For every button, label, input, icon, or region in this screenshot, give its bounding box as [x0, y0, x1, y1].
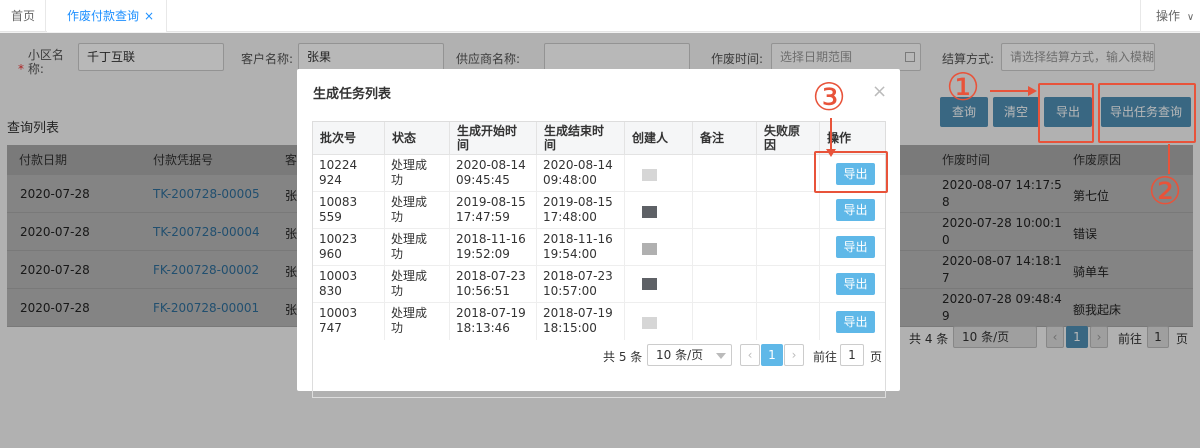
- tab-home[interactable]: 首页: [0, 0, 46, 32]
- arrow-head-icon: [1028, 86, 1037, 96]
- col-end-time: 生成结束时间: [537, 122, 625, 155]
- cell-status: 处理成功: [385, 192, 450, 229]
- redacted-creator: [642, 317, 657, 329]
- cell-end: 2018-07-23 10:57:00: [537, 266, 625, 303]
- cell-fail: [757, 303, 820, 340]
- export-button[interactable]: 导出: [836, 273, 875, 295]
- cell-start: 2020-08-14 09:45:45: [450, 155, 537, 192]
- highlight-export-task-button: [1098, 83, 1196, 143]
- cell-remark: [693, 192, 757, 229]
- redacted-creator: [642, 243, 657, 255]
- cell-start: 2018-11-16 19:52:09: [450, 229, 537, 266]
- cell-remark: [693, 266, 757, 303]
- cell-batch: 10023 960: [313, 229, 385, 266]
- table-row: 10083 559 处理成功 2019-08-15 17:47:59 2019-08…: [313, 192, 885, 229]
- cell-remark: [693, 303, 757, 340]
- table-row: 10003 747 处理成功 2018-07-19 18:13:46 2018-07…: [313, 303, 885, 340]
- cell-status: 处理成功: [385, 229, 450, 266]
- annotation-arrow-1: [990, 90, 1030, 92]
- col-remark: 备注: [693, 122, 757, 155]
- export-button[interactable]: 导出: [836, 236, 875, 258]
- cell-fail: [757, 192, 820, 229]
- cell-creator: [625, 192, 693, 229]
- export-button[interactable]: 导出: [836, 199, 875, 221]
- triangle-down-icon: [716, 353, 726, 359]
- cell-creator: [625, 155, 693, 192]
- col-creator: 创建人: [625, 122, 693, 155]
- cell-fail: [757, 229, 820, 266]
- cell-creator: [625, 303, 693, 340]
- cell-fail: [757, 155, 820, 192]
- close-icon[interactable]: ×: [144, 0, 154, 32]
- task-list-dialog: 生成任务列表 × 批次号 状态 生成开始时间 生成结束时间 创建人 备注 失败原…: [297, 69, 900, 398]
- dialog-prev-page-button[interactable]: ‹: [740, 344, 760, 366]
- dialog-title: 生成任务列表: [313, 87, 392, 102]
- cell-status: 处理成功: [385, 303, 450, 340]
- cell-end: 2019-08-15 17:48:00: [537, 192, 625, 229]
- annotation-line-3: [830, 118, 832, 152]
- cell-remark: [693, 155, 757, 192]
- col-fail-reason: 失败原因: [757, 122, 820, 155]
- cell-start: 2018-07-23 10:56:51: [450, 266, 537, 303]
- cell-creator: [625, 266, 693, 303]
- cell-batch: 10003 747: [313, 303, 385, 340]
- cell-batch: 10083 559: [313, 192, 385, 229]
- export-button[interactable]: 导出: [836, 311, 875, 333]
- cell-fail: [757, 266, 820, 303]
- annotation-marker-1: ①: [946, 65, 981, 109]
- annotation-marker-2: ②: [1148, 169, 1183, 213]
- cell-remark: [693, 229, 757, 266]
- dialog-next-page-button[interactable]: ›: [784, 344, 804, 366]
- page-size-label: 10 条/页: [656, 348, 704, 362]
- highlight-export-button: [1038, 83, 1094, 143]
- tab-void-payment-query[interactable]: 作废付款查询 ×: [47, 0, 167, 32]
- table-row: 10023 960 处理成功 2018-11-16 19:52:09 2018-11…: [313, 229, 885, 266]
- cell-batch: 10003 830: [313, 266, 385, 303]
- chevron-down-icon: ∨: [1186, 12, 1195, 23]
- dialog-total: 共 5 条: [603, 350, 643, 364]
- col-start-time: 生成开始时间: [450, 122, 537, 155]
- tab-bar: 首页 作废付款查询 × 操作 ∨: [0, 0, 1200, 32]
- cell-start: 2019-08-15 17:47:59: [450, 192, 537, 229]
- annotation-marker-3: ③: [812, 75, 847, 119]
- table-row: 10224 924 处理成功 2020-08-14 09:45:45 2020-08…: [313, 155, 885, 192]
- dialog-page-unit: 页: [870, 350, 883, 364]
- dialog-page-size-select[interactable]: 10 条/页: [647, 344, 732, 366]
- table-row: 10003 830 处理成功 2018-07-23 10:56:51 2018-07…: [313, 266, 885, 303]
- cell-creator: [625, 229, 693, 266]
- col-batch: 批次号: [313, 122, 385, 155]
- cell-end: 2020-08-14 09:48:00: [537, 155, 625, 192]
- col-status: 状态: [385, 122, 450, 155]
- redacted-creator: [642, 206, 657, 218]
- cell-status: 处理成功: [385, 155, 450, 192]
- redacted-creator: [642, 278, 657, 290]
- operations-label: 操作: [1156, 9, 1181, 23]
- cell-end: 2018-07-19 18:15:00: [537, 303, 625, 340]
- dialog-goto-label: 前往: [813, 350, 838, 364]
- redacted-creator: [642, 169, 657, 181]
- operations-menu[interactable]: 操作 ∨: [1140, 0, 1200, 32]
- cell-start: 2018-07-19 18:13:46: [450, 303, 537, 340]
- cell-end: 2018-11-16 19:54:00: [537, 229, 625, 266]
- cell-batch: 10224 924: [313, 155, 385, 192]
- tab-label: 作废付款查询: [67, 9, 140, 23]
- dialog-goto-input[interactable]: 1: [840, 344, 864, 366]
- close-icon[interactable]: ×: [872, 81, 887, 102]
- highlight-row-export-button: [814, 151, 888, 193]
- dialog-current-page[interactable]: 1: [761, 344, 783, 366]
- cell-status: 处理成功: [385, 266, 450, 303]
